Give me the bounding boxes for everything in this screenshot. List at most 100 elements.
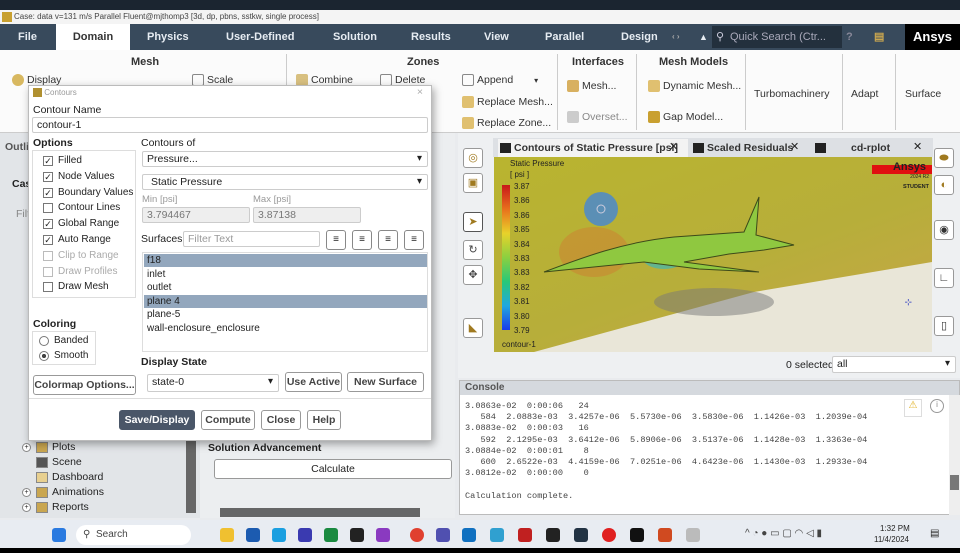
display-state-dropdown[interactable]: state-0 — [147, 374, 279, 392]
axes-icon[interactable]: ∟ — [934, 268, 954, 288]
display-options-icon[interactable]: ▣ — [463, 173, 483, 193]
windows-start-icon[interactable] — [52, 528, 66, 542]
tab-view[interactable]: View — [484, 24, 509, 50]
surfaces-filter-input[interactable]: Filter Text — [183, 231, 320, 247]
contours-of-dropdown[interactable]: Pressure... — [142, 151, 428, 167]
select-all-surfaces-icon[interactable]: ≡ — [378, 230, 398, 250]
calculate-button[interactable]: Calculate — [214, 459, 452, 479]
replace-zone-button[interactable]: Replace Zone... — [462, 117, 551, 130]
close-tab-icon[interactable]: ✕ — [669, 140, 678, 153]
fluent-taskbar-icon[interactable] — [630, 528, 644, 542]
option-checkbox[interactable] — [43, 282, 53, 293]
app-icon[interactable] — [546, 528, 560, 542]
option-checkbox[interactable]: ✓ — [43, 187, 53, 198]
warning-icon[interactable]: ⚠ — [904, 399, 922, 417]
console-output[interactable]: 3.0863e-02 0:00:06 24 584 2.0883e-03 3.4… — [460, 395, 959, 502]
option-checkbox[interactable]: ✓ — [43, 156, 53, 166]
option-checkbox[interactable]: ✓ — [43, 219, 53, 230]
app-icon[interactable] — [686, 528, 700, 542]
layout-icon[interactable]: ▯ — [934, 316, 954, 336]
gap-model-button[interactable]: Gap Model... — [648, 111, 723, 124]
tab-results[interactable]: Results — [411, 24, 451, 50]
app-icon[interactable] — [298, 528, 312, 542]
close-button[interactable]: Close — [261, 410, 301, 430]
tree-item-plots[interactable]: Plots — [52, 441, 75, 453]
tab-design[interactable]: Design — [621, 24, 658, 50]
deselect-all-surfaces-icon[interactable]: ≡ — [404, 230, 424, 250]
app-icon[interactable] — [376, 528, 390, 542]
tab-contours[interactable]: Contours of Static Pressure [psi] — [498, 139, 688, 157]
colormap-icon[interactable]: ◣ — [463, 318, 483, 338]
tab-physics[interactable]: Physics — [147, 24, 189, 50]
notifications-icon[interactable]: ▤ — [930, 528, 939, 539]
surface-item[interactable]: plane-5 — [144, 308, 427, 321]
tab-file[interactable]: File — [18, 24, 37, 50]
app-icon[interactable] — [574, 528, 588, 542]
tab-scaled-residuals[interactable]: Scaled Residuals — [691, 139, 801, 157]
dialog-close-icon[interactable]: × — [417, 86, 423, 98]
option-checkbox[interactable]: ✓ — [43, 235, 53, 245]
tree-item-scene[interactable]: Scene — [52, 456, 82, 468]
pan-icon[interactable]: ✥ — [463, 265, 483, 285]
store-icon[interactable] — [246, 528, 260, 542]
fit-view-icon[interactable]: ◎ — [463, 148, 483, 168]
notes-icon[interactable]: ▤ — [874, 24, 884, 50]
opera-icon[interactable] — [602, 528, 616, 542]
app-icon[interactable] — [350, 528, 364, 542]
tab-solution[interactable]: Solution — [333, 24, 377, 50]
help-icon[interactable]: ? — [846, 24, 853, 50]
option-checkbox[interactable] — [43, 203, 53, 214]
quick-search-input[interactable]: ⚲ Quick Search (Ctr... — [712, 26, 842, 48]
surface-item[interactable]: f18 — [144, 254, 427, 267]
surface-menu[interactable]: Surface — [905, 88, 941, 100]
console-scroll-thumb[interactable] — [950, 475, 959, 490]
option-checkbox[interactable]: ✓ — [43, 171, 53, 182]
selection-filter-dropdown[interactable]: all — [832, 356, 956, 373]
option-checkbox[interactable] — [43, 266, 53, 277]
append-button[interactable]: Append ▾ — [462, 74, 538, 87]
interfaces-mesh-button[interactable]: Mesh... — [567, 80, 616, 93]
surface-item[interactable]: plane 4 — [144, 294, 427, 308]
taskbar-search[interactable]: ⚲ Search — [76, 525, 191, 545]
surface-list-menu-icon[interactable]: ≡ — [352, 230, 372, 250]
variable-dropdown[interactable]: Static Pressure — [142, 174, 428, 190]
turbomachinery-menu[interactable]: Turbomachinery — [754, 88, 829, 100]
compute-button[interactable]: Compute — [201, 410, 255, 430]
app-icon[interactable] — [490, 528, 504, 542]
tab-parallel[interactable]: Parallel — [545, 24, 584, 50]
colormap-options-button[interactable]: Colormap Options... — [33, 375, 136, 395]
app-icon[interactable] — [272, 528, 286, 542]
tree-item-dashboard[interactable]: Dashboard — [52, 471, 103, 483]
contour-name-input[interactable]: contour-1 — [32, 117, 428, 133]
system-tray-icons[interactable]: ^ ◔ ● ▭ ▢ ◠ ◁ ▮ — [745, 528, 822, 539]
close-tab-icon[interactable]: ✕ — [913, 140, 922, 153]
app-icon[interactable] — [324, 528, 338, 542]
graphics-viewport[interactable]: Static Pressure [ psi ] 3.87 3.86 3.86 3.85… — [494, 157, 932, 352]
view-top-icon[interactable]: ⬬ — [934, 148, 954, 168]
camera-eye-icon[interactable]: ◉ — [934, 220, 954, 240]
tree-item-reports[interactable]: Reports — [52, 501, 89, 513]
tab-domain[interactable]: Domain — [56, 24, 130, 50]
help-button[interactable]: Help — [307, 410, 341, 430]
tab-scroll-arrows[interactable]: ‹ › — [672, 24, 680, 50]
close-tab-icon[interactable]: ✕ — [790, 140, 799, 153]
info-icon[interactable]: i — [930, 399, 944, 413]
tab-cd-rplot[interactable]: cd-rplot — [813, 139, 923, 157]
tree-item-animations[interactable]: Animations — [52, 486, 104, 498]
console-scrollbar[interactable] — [949, 395, 960, 515]
dynamic-mesh-button[interactable]: Dynamic Mesh... — [648, 80, 741, 93]
banded-radio[interactable] — [39, 336, 49, 346]
app-icon[interactable] — [518, 528, 532, 542]
collapse-ribbon-icon[interactable]: ▲ — [699, 24, 708, 50]
surface-item[interactable]: outlet — [144, 281, 427, 294]
view-iso-icon[interactable]: ◐ — [934, 175, 954, 195]
teams-icon[interactable] — [436, 528, 450, 542]
surface-item[interactable]: wall-enclosure_enclosure — [144, 322, 427, 335]
new-surface-filter-icon[interactable]: ≡ — [326, 230, 346, 250]
smooth-radio[interactable] — [39, 351, 49, 361]
use-active-button[interactable]: Use Active — [285, 372, 342, 392]
new-surface-button[interactable]: New Surface — [347, 372, 424, 392]
task-page-scrollbar[interactable] — [220, 508, 420, 517]
option-checkbox[interactable] — [43, 250, 53, 261]
select-pointer-icon[interactable]: ➤ — [463, 212, 483, 232]
